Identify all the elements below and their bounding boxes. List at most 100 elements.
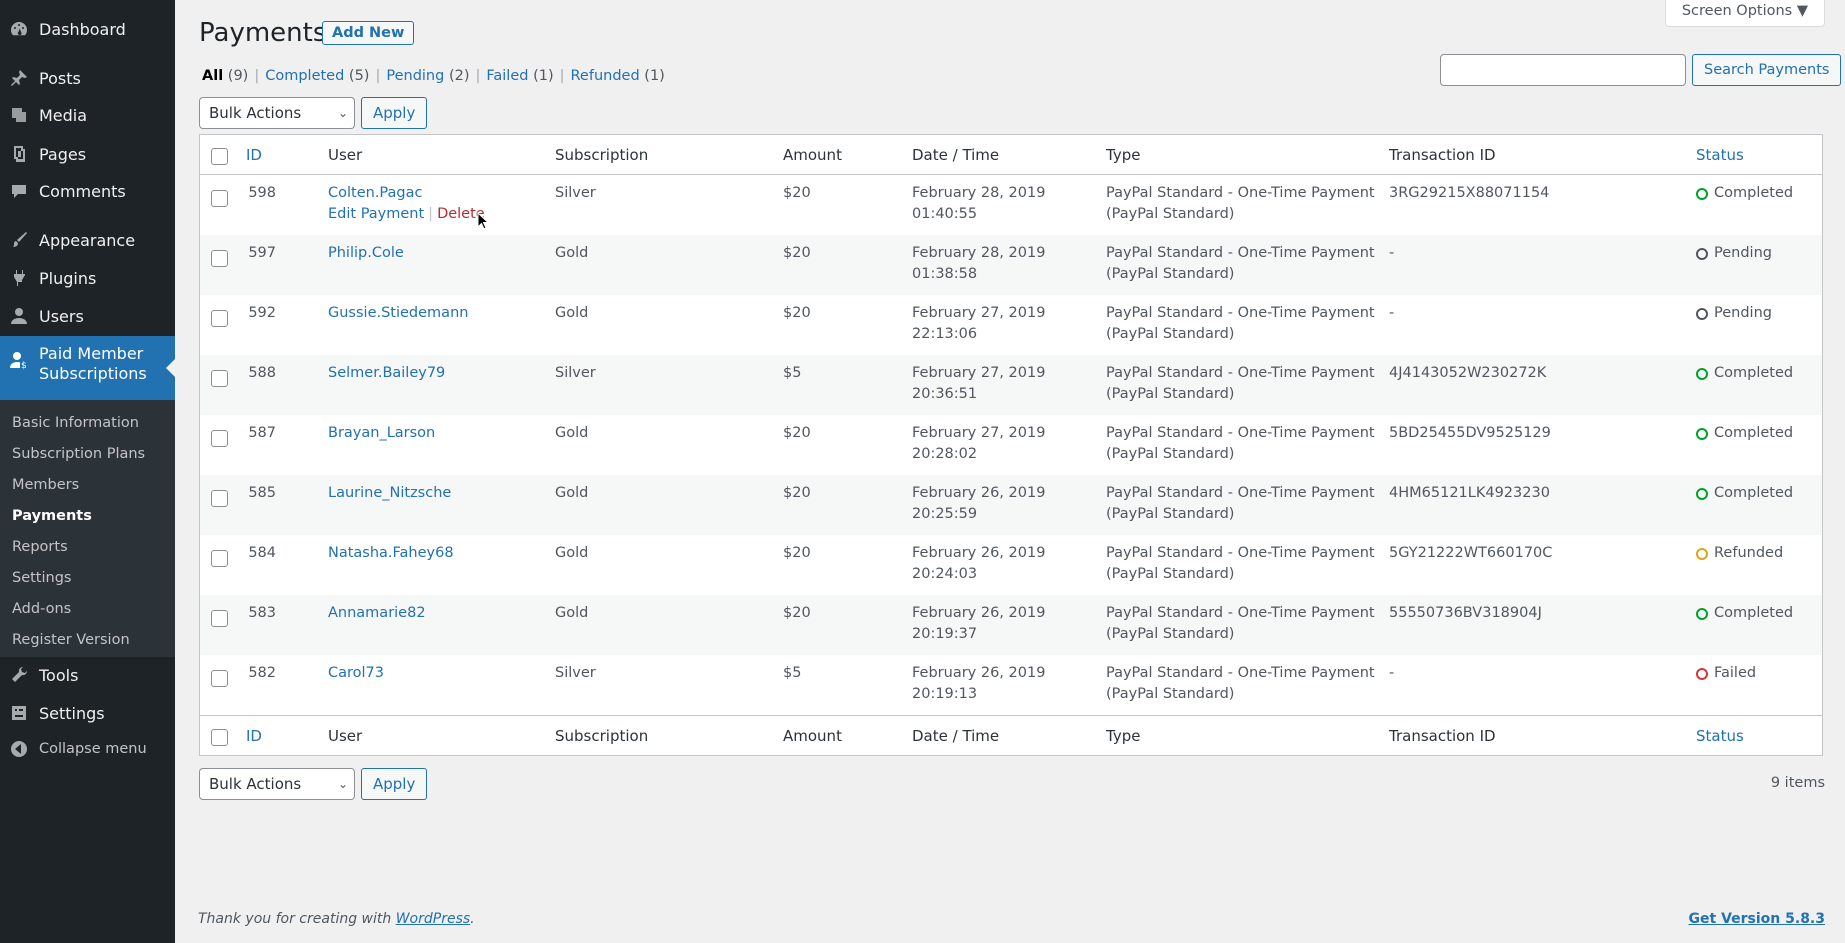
submenu-add-ons[interactable]: Add-ons [12,601,71,617]
select-all-checkbox[interactable] [211,148,228,165]
collapse-menu[interactable]: Collapse menu [0,738,175,760]
transaction-id: - [1389,305,1395,321]
separator: | [428,206,434,222]
column-status-footer[interactable]: Status [1696,726,1744,747]
menu-media[interactable]: Media [0,104,175,126]
row-checkbox[interactable] [211,670,228,687]
row-checkbox[interactable] [211,250,228,267]
member-icon: $ [9,350,29,370]
get-version-link[interactable]: Get Version 5.8.3 [1689,911,1825,927]
filter-all[interactable]: All [202,68,223,84]
brush-icon [9,230,29,250]
edit-payment-link[interactable]: Edit Payment [328,206,424,222]
submenu-payments[interactable]: Payments [12,508,92,524]
row-checkbox[interactable] [211,190,228,207]
transaction-id: 3RG29215X88071154 [1389,185,1550,201]
amount: $20 [783,545,811,561]
column-user: User [328,146,363,164]
user-link[interactable]: Selmer.Bailey79 [328,363,445,384]
select-all-checkbox-footer[interactable] [211,729,228,746]
filter-completed-count: (5) [348,68,370,84]
column-id-footer[interactable]: ID [246,726,262,747]
payment-type: PayPal Standard - One-Time Payment (PayPa… [1106,245,1375,282]
search-payments-button[interactable]: Search Payments [1692,54,1842,86]
user-link[interactable]: Philip.Cole [328,243,404,264]
subscription-name: Gold [555,605,589,621]
column-amount: Amount [783,146,842,164]
separator: | [375,68,381,84]
payment-type: PayPal Standard - One-Time Payment (PayPa… [1106,305,1375,342]
status-circle-icon [1696,367,1708,380]
user-link[interactable]: Laurine_Nitzsche [328,483,451,504]
payment-id: 587 [248,425,276,441]
column-transaction-id-footer: Transaction ID [1389,727,1496,745]
status-circle-icon [1696,427,1708,440]
amount: $20 [783,605,811,621]
submenu-register-version[interactable]: Register Version [12,632,130,648]
submenu-basic-information[interactable]: Basic Information [12,415,139,431]
bulk-actions-select-bottom[interactable]: Bulk Actions ⌄ [199,768,355,800]
row-checkbox[interactable] [211,310,228,327]
filter-failed[interactable]: Failed [486,68,528,84]
subscription-name: Gold [555,545,589,561]
menu-settings[interactable]: Settings [0,702,175,724]
user-link[interactable]: Natasha.Fahey68 [328,543,454,564]
amount: $20 [783,305,811,321]
filter-refunded[interactable]: Refunded [571,68,640,84]
status-circle-icon [1696,307,1708,320]
pages-icon [9,144,29,164]
apply-button-top[interactable]: Apply [361,97,428,129]
user-link[interactable]: Brayan_Larson [328,423,435,444]
payment-id: 588 [248,365,276,381]
menu-posts[interactable]: Posts [0,67,175,89]
user-link[interactable]: Colten.Pagac [328,183,422,204]
date-time: February 26, 2019 20:19:13 [912,665,1046,702]
menu-tools[interactable]: Tools [0,664,175,686]
menu-plugins[interactable]: Plugins [0,267,175,289]
filter-failed-count: (1) [533,68,554,84]
wordpress-link[interactable]: WordPress [396,911,470,927]
apply-button-bottom[interactable]: Apply [361,768,428,800]
payment-type: PayPal Standard - One-Time Payment (PayPa… [1106,665,1375,702]
table-footer: ID User Subscription Amount Date / Time … [200,715,1822,755]
amount: $20 [783,425,811,441]
column-id[interactable]: ID [246,145,262,166]
row-checkbox[interactable] [211,550,228,567]
submenu-subscription-plans[interactable]: Subscription Plans [12,446,145,462]
table-row: 587 Brayan_Larson Gold $20 February 27, 2019… [200,415,1822,475]
menu-users[interactable]: Users [0,305,175,327]
menu-pages[interactable]: Pages [0,143,175,165]
menu-paid-member-subscriptions[interactable]: $ Paid Member Subscriptions [0,336,175,400]
filter-pending[interactable]: Pending [386,68,444,84]
user-link[interactable]: Carol73 [328,663,384,684]
row-checkbox[interactable] [211,430,228,447]
row-checkbox[interactable] [211,610,228,627]
user-link[interactable]: Annamarie82 [328,603,426,624]
main-content: Screen Options ▼ Payments Add New All (9… [175,0,1845,943]
column-type-footer: Type [1106,727,1141,745]
row-checkbox[interactable] [211,370,228,387]
submenu-reports[interactable]: Reports [12,539,68,555]
status-circle-icon [1696,187,1708,200]
amount: $5 [783,365,802,381]
user-link[interactable]: Gussie.Stiedemann [328,303,468,324]
submenu-members[interactable]: Members [12,477,79,493]
row-checkbox[interactable] [211,490,228,507]
payment-id: 597 [248,245,276,261]
menu-comments[interactable]: Comments [0,180,175,202]
payment-type: PayPal Standard - One-Time Payment (PayPa… [1106,545,1375,582]
add-new-button[interactable]: Add New [322,21,415,45]
screen-options-button[interactable]: Screen Options ▼ [1664,0,1825,27]
submenu-settings[interactable]: Settings [12,570,71,586]
bulk-actions-select-top[interactable]: Bulk Actions ⌄ [199,97,355,129]
column-status[interactable]: Status [1696,145,1744,166]
items-count: 9 items [1770,775,1825,791]
menu-appearance[interactable]: Appearance [0,229,175,251]
status-badge: Completed [1696,483,1793,504]
amount: $20 [783,245,811,261]
payment-type: PayPal Standard - One-Time Payment (PayPa… [1106,485,1375,522]
search-input[interactable] [1440,54,1686,86]
filter-completed[interactable]: Completed [265,68,344,84]
column-transaction-id: Transaction ID [1389,146,1496,164]
menu-dashboard[interactable]: Dashboard [0,18,175,40]
